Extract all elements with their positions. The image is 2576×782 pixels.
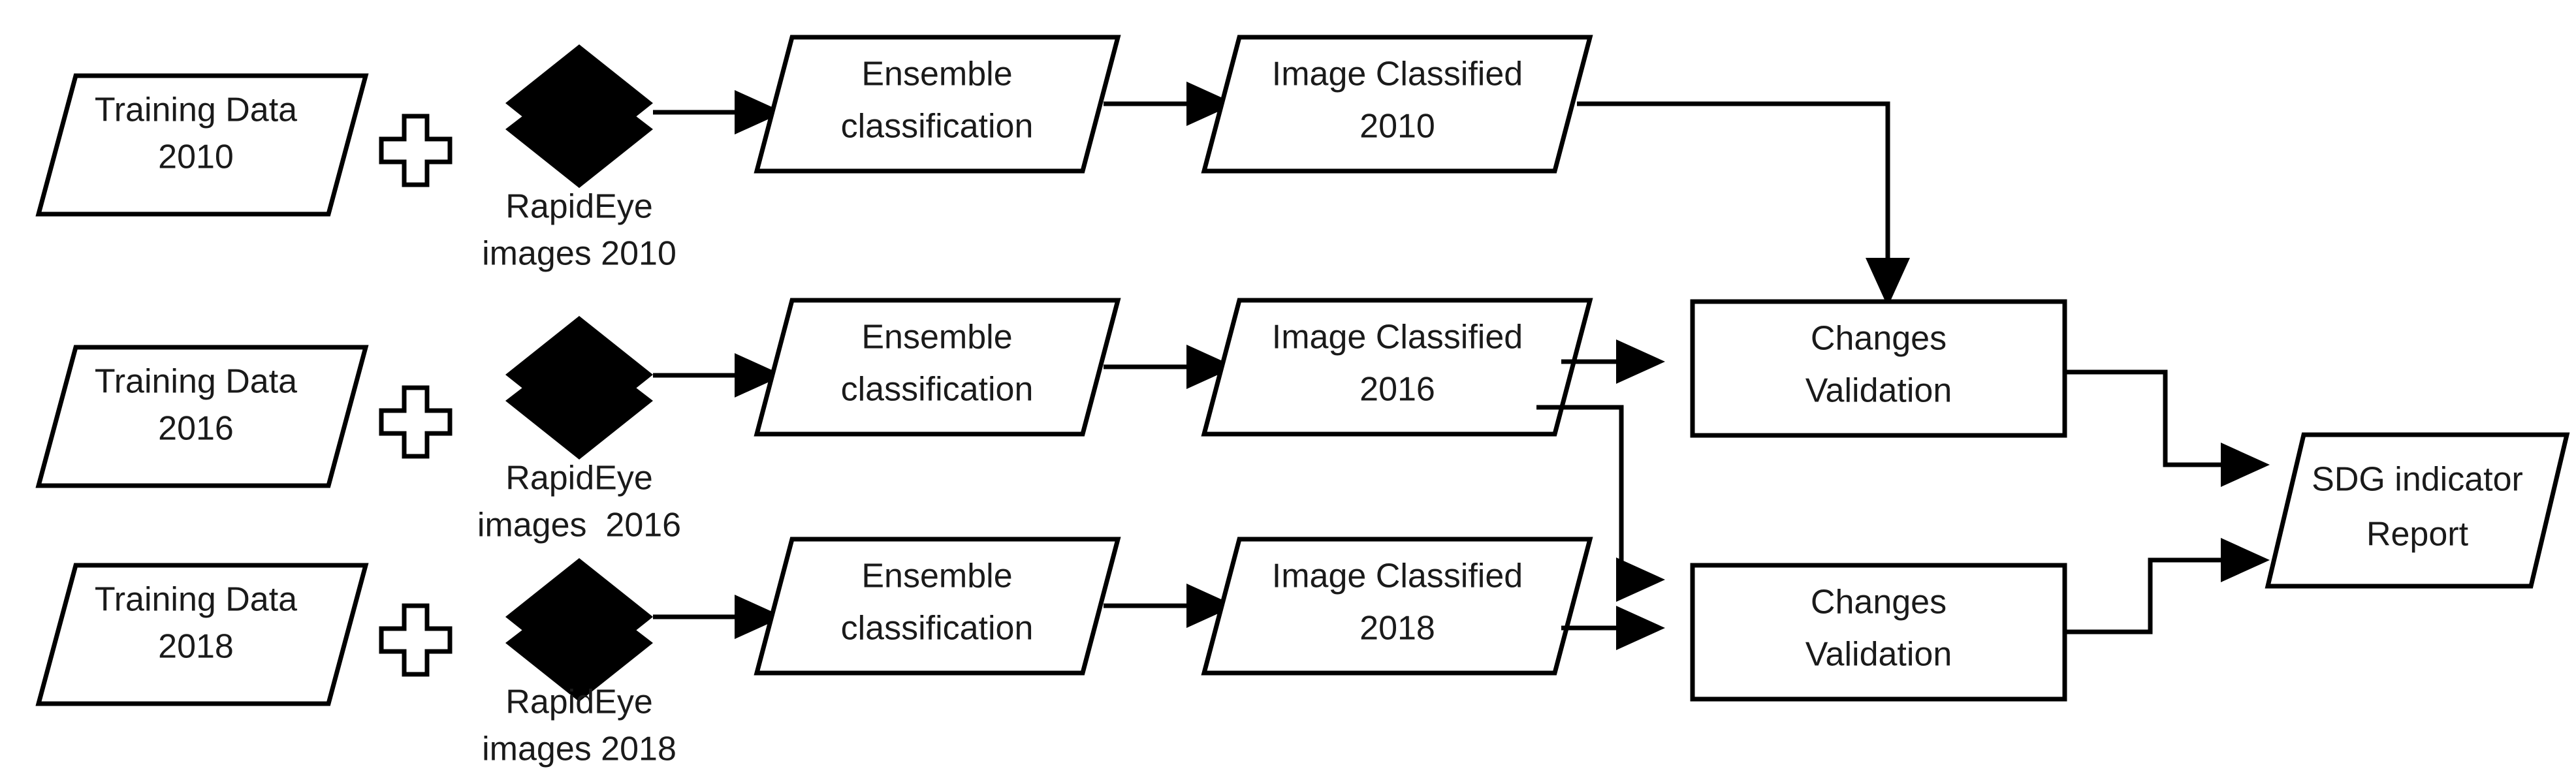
sdg-indicator-report-shape (2265, 432, 2570, 589)
arrow-rapideye-to-ensemble-2010 (653, 90, 784, 134)
ensemble-2016-line2: classification (841, 371, 1034, 409)
rapideye-caption-2010-line1: RapidEye (505, 188, 652, 226)
rapideye-images-2018-icon (505, 558, 653, 702)
changes-validation-upper-line2: Validation (1805, 372, 1952, 410)
changes-validation-lower-node[interactable]: Changes Validation (1690, 563, 2067, 702)
training-data-2016-line1: Training Data (95, 363, 297, 401)
training-data-2018-line1: Training Data (95, 581, 297, 619)
ensemble-classification-2016-node[interactable]: Ensemble classification (754, 298, 1121, 437)
rapideye-caption-2018-line1: RapidEye (505, 683, 652, 721)
changes-validation-lower-line2: Validation (1805, 636, 1952, 674)
flowchart-diagram: Training Data 2010 RapidEye images 2010 … (0, 0, 2576, 782)
training-data-2016-node[interactable]: Training Data 2016 (35, 345, 369, 488)
connector-classified2010-to-validation-upper (1577, 101, 1910, 307)
image-classified-2018-node[interactable]: Image Classified 2018 (1201, 537, 1593, 676)
training-data-2018-node[interactable]: Training Data 2018 (35, 563, 369, 706)
rapideye-images-2010-caption: RapidEye images 2010 (482, 188, 676, 273)
rapideye-images-2018-caption: RapidEye images 2018 (482, 683, 676, 768)
sdg-indicator-report-node[interactable]: SDG indicator Report (2265, 432, 2570, 589)
training-data-2016-line2: 2016 (158, 410, 234, 448)
image-classified-2016-line1: Image Classified (1272, 319, 1523, 356)
image-classified-2010-node[interactable]: Image Classified 2010 (1201, 35, 1593, 174)
image-classified-2016-node[interactable]: Image Classified 2016 (1201, 298, 1593, 437)
rapideye-images-2010-icon (505, 44, 653, 188)
training-data-2010-line1: Training Data (95, 91, 297, 129)
ensemble-classification-2018-node[interactable]: Ensemble classification (754, 537, 1121, 676)
connector-validation-upper-to-report (2063, 369, 2270, 487)
changes-validation-upper-node[interactable]: Changes Validation (1690, 299, 2067, 438)
image-classified-2018-line2: 2018 (1360, 610, 1435, 648)
ensemble-2016-line1: Ensemble (861, 319, 1012, 356)
arrow-rapideye-to-ensemble-2016 (653, 353, 784, 398)
rapideye-caption-2010-line2: images 2010 (482, 235, 676, 273)
rapideye-caption-2018-line2: images 2018 (482, 730, 676, 768)
rapideye-caption-2016-line1: RapidEye (505, 460, 652, 497)
ensemble-classification-2010-node[interactable]: Ensemble classification (754, 35, 1121, 174)
ensemble-2018-line1: Ensemble (861, 557, 1012, 595)
training-data-2010-line2: 2010 (158, 138, 234, 176)
training-data-2018-line2: 2018 (158, 628, 234, 666)
connector-validation-lower-to-report (2063, 538, 2270, 634)
sdg-report-line2: Report (2366, 516, 2469, 554)
image-classified-2010-line2: 2010 (1360, 108, 1435, 146)
flowchart-canvas: Training Data 2010 RapidEye images 2010 … (35, 35, 2570, 768)
plus-icon-2010 (379, 114, 453, 187)
image-classified-2016-line2: 2016 (1360, 371, 1435, 409)
ensemble-2018-line2: classification (841, 610, 1034, 648)
changes-validation-upper-line1: Changes (1811, 320, 1947, 358)
training-data-2010-node[interactable]: Training Data 2010 (35, 73, 369, 217)
image-classified-2010-line1: Image Classified (1272, 55, 1523, 93)
plus-icon-2016 (379, 385, 453, 459)
ensemble-2010-line1: Ensemble (861, 55, 1012, 93)
rapideye-images-2016-caption: RapidEye images 2016 (477, 460, 681, 544)
arrow-rapideye-to-ensemble-2018 (653, 595, 784, 639)
ensemble-2010-line2: classification (841, 108, 1034, 146)
plus-icon-2018 (379, 603, 453, 677)
rapideye-images-2016-icon (505, 316, 653, 460)
changes-validation-lower-line1: Changes (1811, 584, 1947, 621)
sdg-report-line1: SDG indicator (2312, 461, 2523, 499)
arrow-classified2018-to-validation-lower (1561, 606, 1665, 650)
rapideye-caption-2016-line2: images 2016 (477, 507, 681, 544)
image-classified-2018-line1: Image Classified (1272, 557, 1523, 595)
